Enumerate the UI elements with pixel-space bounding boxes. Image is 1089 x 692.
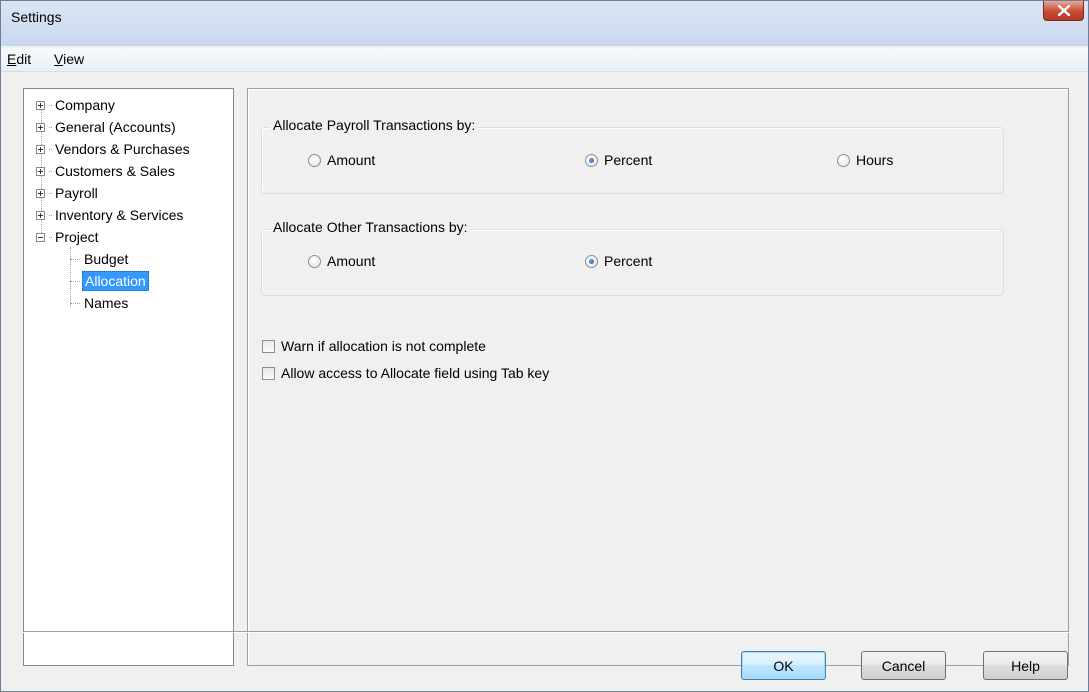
settings-window: Settings Edit View Company General (Acco… [0,0,1089,692]
menu-edit-label: dit [16,51,32,67]
tree-item-allocation[interactable]: Allocation [70,271,149,291]
payroll-radio-amount[interactable]: Amount [308,152,375,168]
radio-button-icon[interactable] [308,254,321,268]
tree-item-inventory-services[interactable]: Inventory & Services [36,205,185,225]
close-icon [1057,5,1070,16]
tree-item-label: Customers & Sales [55,163,175,179]
radio-button-icon[interactable] [837,153,850,167]
payroll-radio-hours[interactable]: Hours [837,152,893,168]
tree-item-label: Budget [84,251,129,267]
allocation-settings-panel: Allocate Payroll Transactions by: Amount… [247,88,1069,666]
tree-item-payroll[interactable]: Payroll [36,183,100,203]
other-radio-amount[interactable]: Amount [308,253,375,269]
radio-button-icon[interactable] [308,153,321,167]
radio-label: Amount [327,152,376,168]
cancel-button[interactable]: Cancel [861,651,946,680]
checkbox-label: Warn if allocation is not complete [281,338,486,354]
tree-item-label: Names [84,295,129,311]
radio-label: Percent [604,253,653,269]
menu-edit-mnemonic: E [7,51,17,67]
menu-view-mnemonic: V [54,51,64,67]
radio-label: Hours [856,152,894,168]
tree-item-budget[interactable]: Budget [70,249,130,269]
tree-item-label: Inventory & Services [55,207,184,223]
allow-tab-access-checkbox[interactable]: Allow access to Allocate field using Tab… [262,365,549,381]
tree-item-label: Vendors & Purchases [55,141,190,157]
menu-view-label: iew [63,51,85,67]
other-group-label: Allocate Other Transactions by: [270,219,471,235]
footer-separator [23,631,1069,633]
tree-item-names[interactable]: Names [70,293,130,313]
menu-view[interactable]: View [54,51,84,67]
tree-item-label: Company [55,97,115,113]
help-button[interactable]: Help [983,651,1068,680]
other-radio-percent[interactable]: Percent [585,253,652,269]
tree-item-label: Payroll [55,185,98,201]
plus-box-icon[interactable] [36,210,45,220]
warn-incomplete-checkbox[interactable]: Warn if allocation is not complete [262,338,486,354]
tree-item-company[interactable]: Company [36,95,117,115]
plus-box-icon[interactable] [36,122,45,132]
payroll-group-label: Allocate Payroll Transactions by: [270,117,479,133]
radio-button-selected-icon[interactable] [585,153,598,167]
plus-box-icon[interactable] [36,166,45,176]
settings-tree[interactable]: Company General (Accounts) Vendors & Pur… [23,88,234,666]
payroll-radio-percent[interactable]: Percent [585,152,652,168]
checkbox-label: Allow access to Allocate field using Tab… [281,365,550,381]
tree-item-vendors-purchases[interactable]: Vendors & Purchases [36,139,192,159]
tree-item-customers-sales[interactable]: Customers & Sales [36,161,177,181]
tree-item-project[interactable]: Project [36,227,101,247]
title-bar[interactable]: Settings [1,1,1088,46]
radio-button-selected-icon[interactable] [585,254,598,268]
close-button[interactable] [1043,1,1084,21]
plus-box-icon[interactable] [36,144,45,154]
radio-label: Amount [327,253,376,269]
plus-box-icon[interactable] [36,100,45,110]
tree-item-label-selected: Allocation [82,271,149,291]
checkbox-icon[interactable] [262,366,275,380]
tree-item-label: General (Accounts) [55,119,176,135]
menu-edit[interactable]: Edit [7,51,31,67]
tree-item-general-accounts[interactable]: General (Accounts) [36,117,178,137]
radio-label: Percent [604,152,653,168]
plus-box-icon[interactable] [36,188,45,198]
tree-item-label: Project [55,229,99,245]
ok-button[interactable]: OK [741,651,826,680]
menu-bar: Edit View [1,48,1088,72]
checkbox-icon[interactable] [262,339,275,353]
window-title: Settings [11,9,62,25]
minus-box-icon[interactable] [36,232,45,242]
